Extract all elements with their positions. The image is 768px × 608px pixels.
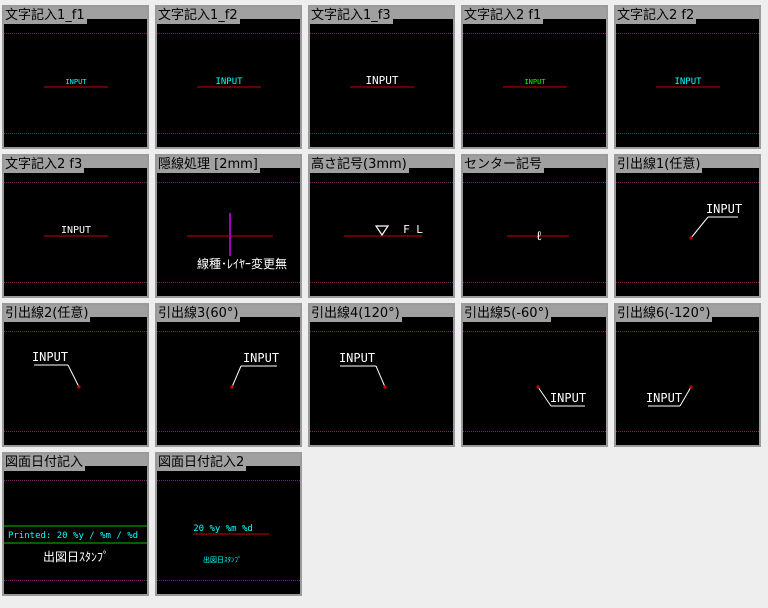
palette-tile[interactable]: Printed: 20 %y / %m / %d 出図日ｽﾀﾝﾌﾟ 図面日付記入	[2, 452, 149, 596]
input-text: INPUT	[65, 78, 87, 86]
palette-tile[interactable]: INPUT 文字記入1_f2	[155, 5, 302, 149]
tile-title: 文字記入1_f1	[4, 7, 87, 24]
tile-symbol: INPUT	[646, 385, 693, 407]
tile-title: 引出線3(60°)	[157, 305, 241, 322]
input-text: INPUT	[524, 78, 546, 86]
date-text: 20 %y %m %d	[193, 524, 253, 534]
fl-label: F L	[403, 223, 423, 236]
tile-title: 文字記入1_f3	[310, 7, 393, 24]
palette-tile[interactable]: INPUT 引出線6(-120°)	[614, 303, 761, 447]
palette-tile[interactable]: INPUT 引出線1(任意)	[614, 154, 761, 298]
leader-text: INPUT	[243, 351, 279, 365]
tile-symbol: Printed: 20 %y / %m / %d 出図日ｽﾀﾝﾌﾟ	[4, 525, 147, 564]
tile-title: 文字記入2 f2	[616, 7, 697, 24]
leader-text: INPUT	[550, 391, 586, 405]
tile-title: 図面日付記入	[4, 454, 86, 471]
palette-tile[interactable]: F L 高さ記号(3mm)	[308, 154, 455, 298]
leader-tip	[689, 385, 693, 389]
input-text: INPUT	[61, 225, 91, 236]
tile-title: 引出線6(-120°)	[616, 305, 713, 322]
palette-tile[interactable]: INPUT 文字記入2 f2	[614, 5, 761, 149]
tile-title: 文字記入2 f1	[463, 7, 544, 24]
palette-tile[interactable]: INPUT 文字記入2 f1	[461, 5, 608, 149]
leader-text: INPUT	[706, 202, 742, 216]
tile-title: 隠線処理 [2mm]	[157, 156, 260, 173]
tile-title: センター記号	[463, 156, 545, 173]
tile-symbol: INPUT	[339, 351, 387, 389]
palette-tile[interactable]: INPUT 引出線2(任意)	[2, 303, 149, 447]
tile-symbol: INPUT	[197, 77, 261, 88]
palette-tile[interactable]: INPUT 文字記入2 f3	[2, 154, 149, 298]
symbol-palette-grid: INPUT 文字記入1_f1 INPUT 文字記入1_f2 INPUT 文字記入1_f3 I…	[0, 0, 768, 608]
tile-symbol: 20 %y %m %d 出図日ｽﾀﾝﾌﾟ	[193, 524, 269, 564]
printed-date-text: Printed: 20 %y / %m / %d	[8, 531, 138, 541]
leader-tip	[689, 236, 693, 240]
leader-text: INPUT	[646, 391, 682, 405]
tile-symbol: F L	[344, 223, 423, 237]
palette-tile[interactable]: INPUT 文字記入1_f1	[2, 5, 149, 149]
palette-tile[interactable]: 線種･ﾚｲﾔｰ変更無 隠線処理 [2mm]	[155, 154, 302, 298]
center-symbol-icon: ℓ	[536, 229, 542, 244]
tile-title: 文字記入2 f3	[4, 156, 85, 173]
leader-line	[690, 216, 709, 239]
palette-tile[interactable]: INPUT 引出線4(120°)	[308, 303, 455, 447]
tile-symbol: INPUT	[689, 202, 742, 240]
tile-symbol: INPUT	[656, 77, 720, 88]
tile-symbol: ℓ	[507, 229, 569, 244]
palette-tile[interactable]: ℓ センター記号	[461, 154, 608, 298]
palette-tile[interactable]: INPUT 引出線3(60°)	[155, 303, 302, 447]
leader-tip	[230, 385, 234, 389]
leader-line	[67, 364, 80, 388]
input-text: INPUT	[674, 77, 702, 87]
tile-title: 図面日付記入2	[157, 454, 247, 471]
tile-title: 引出線2(任意)	[4, 305, 91, 322]
input-text: INPUT	[365, 74, 398, 87]
leader-tip	[383, 385, 387, 389]
leader-text: INPUT	[339, 351, 375, 365]
palette-tile[interactable]: INPUT 引出線5(-60°)	[461, 303, 608, 447]
tile-title: 高さ記号(3mm)	[310, 156, 409, 173]
leader-text: INPUT	[32, 350, 68, 364]
tile-symbol: INPUT	[44, 78, 108, 88]
tile-symbol: INPUT	[503, 78, 567, 88]
leader-line	[231, 365, 242, 388]
tile-symbol: INPUT	[32, 350, 81, 389]
tile-symbol: INPUT	[350, 74, 414, 88]
height-triangle-icon	[374, 225, 390, 237]
stamp-label: 出図日ｽﾀﾝﾌﾟ	[203, 555, 242, 564]
tile-symbol: INPUT	[536, 385, 586, 407]
palette-tile[interactable]: INPUT 文字記入1_f3	[308, 5, 455, 149]
leader-tip	[77, 385, 81, 389]
hidden-line-caption: 線種･ﾚｲﾔｰ変更無	[197, 256, 287, 271]
input-text: INPUT	[215, 77, 243, 87]
leader-tip	[536, 385, 540, 389]
tile-title: 引出線1(任意)	[616, 156, 703, 173]
tile-title: 文字記入1_f2	[157, 7, 240, 24]
tile-symbol: INPUT	[44, 225, 108, 237]
stamp-label: 出図日ｽﾀﾝﾌﾟ	[43, 550, 109, 564]
tile-title: 引出線4(120°)	[310, 305, 402, 322]
tile-symbol: 線種･ﾚｲﾔｰ変更無	[187, 213, 287, 271]
leader-line	[375, 365, 386, 388]
palette-tile[interactable]: 20 %y %m %d 出図日ｽﾀﾝﾌﾟ 図面日付記入2	[155, 452, 302, 596]
tile-title: 引出線5(-60°)	[463, 305, 552, 322]
tile-symbol: INPUT	[230, 351, 279, 389]
